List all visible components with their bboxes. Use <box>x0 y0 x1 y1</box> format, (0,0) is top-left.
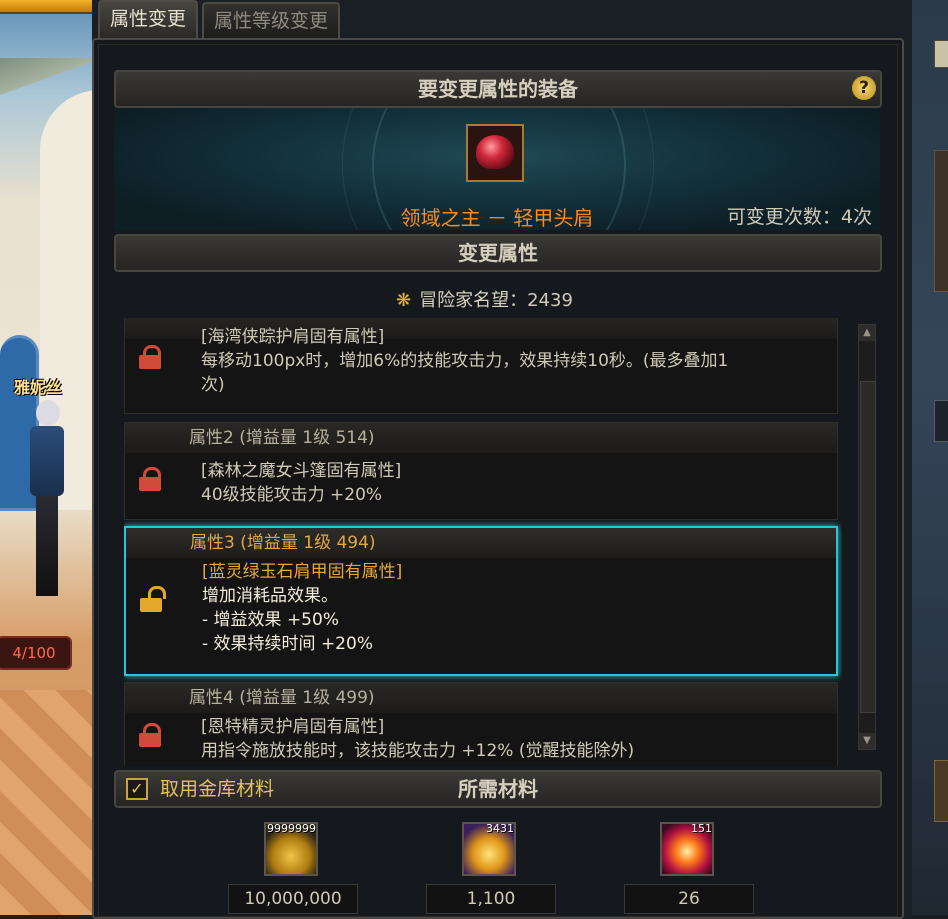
property-line: 次) <box>201 375 225 395</box>
material-stock: 9999999 <box>267 822 316 835</box>
top-status-bar <box>0 0 92 14</box>
material-stock: 3431 <box>486 822 514 835</box>
property-4[interactable]: 属性4 (增益量 1级 499) [恩特精灵护肩固有属性] 用指令施放技能时，该… <box>124 682 838 766</box>
property-description: [蓝灵绿玉石肩甲固有属性] 增加消耗品效果。 - 增益效果 +50% - 效果持… <box>202 560 402 656</box>
scroll-down-icon[interactable]: ▼ <box>859 733 875 749</box>
change-section-title: 变更属性 <box>458 241 538 265</box>
material-required: 1,100 <box>426 884 556 914</box>
property-line: 40级技能攻击力 +20% <box>201 485 383 505</box>
property-title: 属性2 (增益量 1级 514) <box>125 423 837 453</box>
fame-emblem-icon: ❋ <box>396 290 412 311</box>
lock-icon[interactable] <box>139 345 163 369</box>
property-2[interactable]: 属性2 (增益量 1级 514) [森林之魔女斗篷固有属性] 40级技能攻击力 … <box>124 422 838 520</box>
hp-counter: 4/100 <box>0 636 72 670</box>
equip-display: 领域之主 － 轻甲头肩 可变更次数：4次 <box>114 108 880 230</box>
property-scrollbar[interactable]: ▲ ▼ <box>858 324 876 750</box>
character-name: 雅妮丝 <box>14 378 63 397</box>
property-description: [海湾侠踪护肩固有属性] 每移动100px时，增加6%的技能攻击力，效果持续10… <box>201 325 728 397</box>
property-list[interactable]: [海湾侠踪护肩固有属性] 每移动100px时，增加6%的技能攻击力，效果持续10… <box>124 318 842 766</box>
game-scene-right <box>912 0 948 915</box>
lock-icon[interactable] <box>139 723 163 747</box>
property-line: 增加消耗品效果。 <box>202 586 338 606</box>
tab-attribute-change[interactable]: 属性变更 <box>98 0 199 38</box>
scenery-mountains <box>0 58 92 98</box>
scroll-thumb[interactable] <box>860 381 876 713</box>
property-line: - 效果持续时间 +20% <box>202 634 373 654</box>
help-icon[interactable]: ? <box>852 76 876 100</box>
shoulder-armor-icon[interactable] <box>466 124 524 182</box>
property-source: [蓝灵绿玉石肩甲固有属性] <box>202 562 403 582</box>
materials-title: 所需材料 <box>458 777 538 801</box>
game-scene-left: 雅妮丝 4/100 <box>0 0 92 915</box>
property-line: 用指令施放技能时，该技能攻击力 +12% (觉醒技能除外) <box>201 741 635 761</box>
property-description: [恩特精灵护肩固有属性] 用指令施放技能时，该技能攻击力 +12% (觉醒技能除… <box>201 715 634 763</box>
unlock-icon[interactable] <box>140 586 166 612</box>
tab-attribute-level-change[interactable]: 属性等级变更 <box>202 2 341 38</box>
property-source: [恩特精灵护肩固有属性] <box>201 717 385 737</box>
materials-header: ✓ 取用金库材料 所需材料 <box>114 770 882 808</box>
property-line: - 增益效果 +50% <box>202 610 339 630</box>
material-required: 26 <box>624 884 754 914</box>
material-required: 10,000,000 <box>228 884 358 914</box>
lock-icon[interactable] <box>139 467 163 491</box>
adventurer-fame: ❋ 冒险家名望：2439 <box>396 286 573 312</box>
material-stock: 151 <box>691 822 712 835</box>
scenery-floor <box>0 690 92 915</box>
property-line: 每移动100px时，增加6%的技能攻击力，效果持续10秒。(最多叠加1 <box>201 351 729 371</box>
equip-section-title: 要变更属性的装备 <box>418 77 578 101</box>
fame-label: 冒险家名望 <box>419 290 510 311</box>
fame-value: ：2439 <box>509 290 573 311</box>
property-source: [森林之魔女斗篷固有属性] <box>201 461 402 481</box>
equip-section-header: 要变更属性的装备 ? <box>114 70 882 108</box>
change-count: 可变更次数：4次 <box>726 206 872 228</box>
tab-bar: 属性变更 属性等级变更 <box>98 0 341 38</box>
scroll-up-icon[interactable]: ▲ <box>859 325 875 341</box>
property-description: [森林之魔女斗篷固有属性] 40级技能攻击力 +20% <box>201 459 401 507</box>
property-title: 属性3 (增益量 1级 494) <box>126 528 836 558</box>
change-section-header: 变更属性 <box>114 234 882 272</box>
property-1[interactable]: [海湾侠踪护肩固有属性] 每移动100px时，增加6%的技能攻击力，效果持续10… <box>124 318 838 414</box>
property-source: [海湾侠踪护肩固有属性] <box>201 327 385 347</box>
character-sprite[interactable] <box>12 400 72 600</box>
property-3-selected[interactable]: 属性3 (增益量 1级 494) [蓝灵绿玉石肩甲固有属性] 增加消耗品效果。 … <box>124 526 838 676</box>
property-title: 属性4 (增益量 1级 499) <box>125 683 837 713</box>
